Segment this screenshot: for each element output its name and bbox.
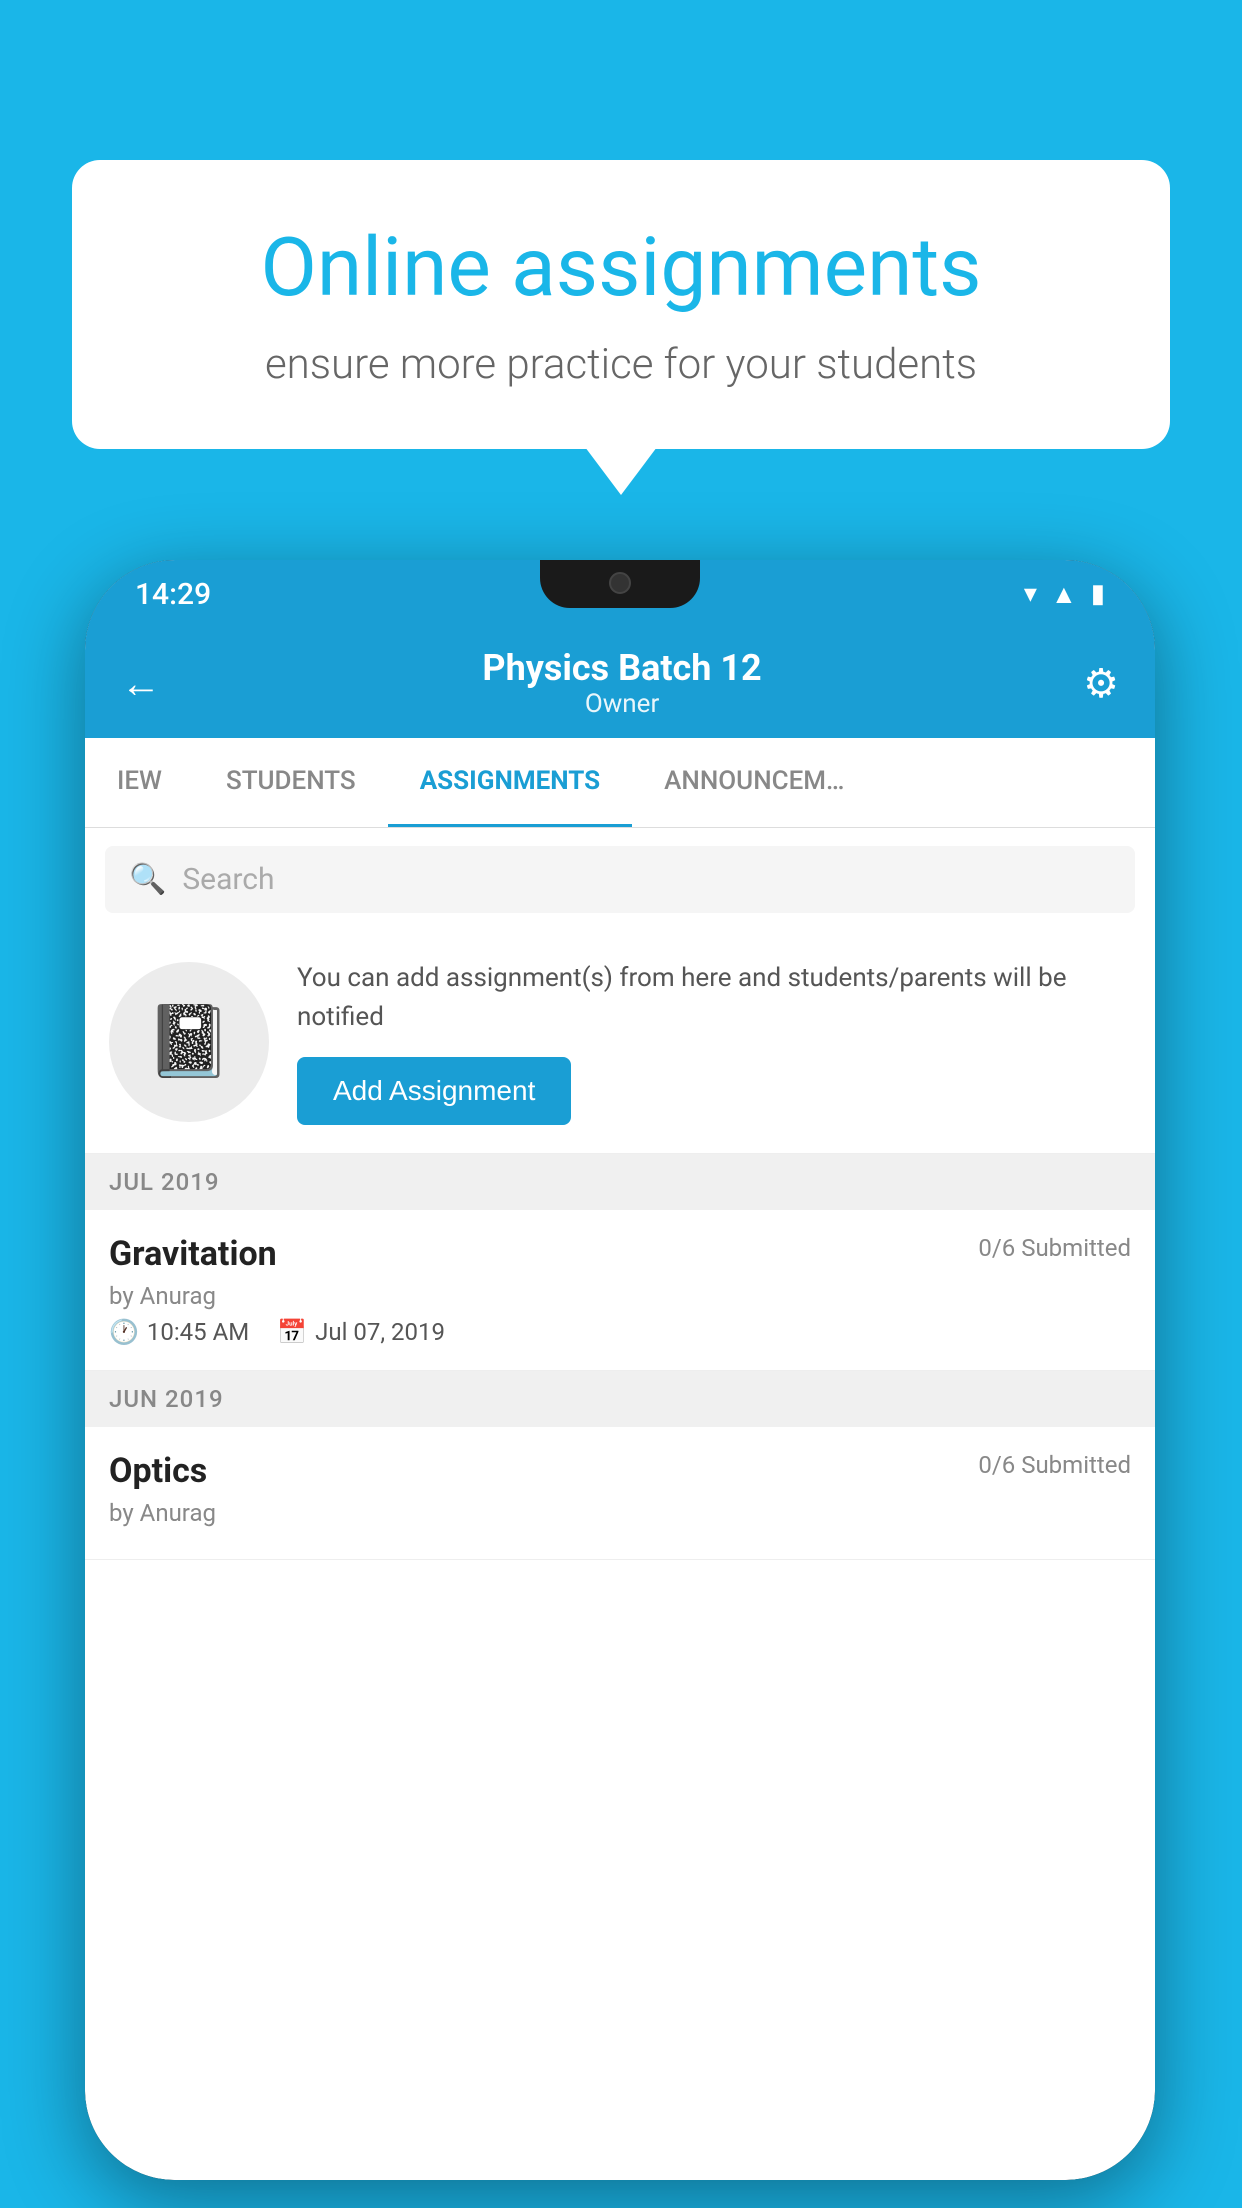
assignment-time: 🕐 10:45 AM <box>109 1318 249 1346</box>
month-divider-jun: JUN 2019 <box>85 1371 1155 1427</box>
add-assignment-button[interactable]: Add Assignment <box>297 1057 571 1125</box>
calendar-icon: 📅 <box>277 1318 307 1346</box>
promo-icon-circle: 📓 <box>109 962 269 1122</box>
month-divider-jul: JUL 2019 <box>85 1154 1155 1210</box>
phone-content: 🔍 Search 📓 You can add assignment(s) fro… <box>85 828 1155 2180</box>
tab-students[interactable]: STUDENTS <box>194 738 388 827</box>
assignment-row-top-optics: Optics 0/6 Submitted <box>109 1451 1131 1491</box>
battery-icon: ▮ <box>1091 579 1105 609</box>
assignment-meta-gravitation: 🕐 10:45 AM 📅 Jul 07, 2019 <box>109 1318 1131 1346</box>
assignment-item-gravitation[interactable]: Gravitation 0/6 Submitted by Anurag 🕐 10… <box>85 1210 1155 1371</box>
clock-icon: 🕐 <box>109 1318 139 1346</box>
search-icon: 🔍 <box>129 862 166 897</box>
assignment-promo: 📓 You can add assignment(s) from here an… <box>85 931 1155 1154</box>
speech-bubble-title: Online assignments <box>152 220 1090 316</box>
app-header: ← Physics Batch 12 Owner ⚙ <box>85 628 1155 738</box>
phone-screen: 14:29 ▾ ▲ ▮ ← Physics Batch 12 Owner ⚙ I… <box>85 560 1155 2180</box>
speech-bubble-container: Online assignments ensure more practice … <box>72 160 1170 449</box>
promo-text-area: You can add assignment(s) from here and … <box>297 959 1131 1125</box>
assignment-row-top: Gravitation 0/6 Submitted <box>109 1234 1131 1274</box>
signal-icon: ▲ <box>1051 579 1077 610</box>
assignment-time-value: 10:45 AM <box>147 1318 249 1346</box>
assignment-by-optics: by Anurag <box>109 1499 1131 1527</box>
batch-subtitle: Owner <box>161 689 1083 719</box>
wifi-icon: ▾ <box>1024 579 1037 609</box>
screen-inner: 14:29 ▾ ▲ ▮ ← Physics Batch 12 Owner ⚙ I… <box>85 560 1155 2180</box>
status-time: 14:29 <box>135 577 211 612</box>
tab-overview[interactable]: IEW <box>85 738 194 827</box>
promo-description: You can add assignment(s) from here and … <box>297 959 1131 1037</box>
assignment-date-value: Jul 07, 2019 <box>315 1318 445 1346</box>
status-icons: ▾ ▲ ▮ <box>1024 579 1105 610</box>
tab-announcements[interactable]: ANNOUNCEM… <box>632 738 876 827</box>
assignment-name-gravitation: Gravitation <box>109 1234 277 1274</box>
tab-assignments[interactable]: ASSIGNMENTS <box>388 738 632 827</box>
settings-icon[interactable]: ⚙ <box>1083 660 1119 707</box>
speech-bubble-subtitle: ensure more practice for your students <box>152 340 1090 389</box>
phone-frame: 14:29 ▾ ▲ ▮ ← Physics Batch 12 Owner ⚙ I… <box>85 560 1155 2180</box>
search-bar[interactable]: 🔍 Search <box>105 846 1135 913</box>
front-camera <box>609 572 631 594</box>
phone-notch <box>540 560 700 608</box>
search-container: 🔍 Search <box>85 828 1155 931</box>
notebook-icon: 📓 <box>145 1001 232 1083</box>
assignment-item-optics[interactable]: Optics 0/6 Submitted by Anurag <box>85 1427 1155 1560</box>
assignment-submitted-gravitation: 0/6 Submitted <box>978 1234 1131 1262</box>
back-button[interactable]: ← <box>121 660 161 707</box>
search-placeholder: Search <box>182 862 274 897</box>
header-title-area: Physics Batch 12 Owner <box>161 647 1083 719</box>
batch-title: Physics Batch 12 <box>161 647 1083 689</box>
assignment-name-optics: Optics <box>109 1451 207 1491</box>
speech-bubble: Online assignments ensure more practice … <box>72 160 1170 449</box>
assignment-by-gravitation: by Anurag <box>109 1282 1131 1310</box>
tabs-container: IEW STUDENTS ASSIGNMENTS ANNOUNCEM… <box>85 738 1155 828</box>
assignment-submitted-optics: 0/6 Submitted <box>978 1451 1131 1479</box>
assignment-date: 📅 Jul 07, 2019 <box>277 1318 445 1346</box>
